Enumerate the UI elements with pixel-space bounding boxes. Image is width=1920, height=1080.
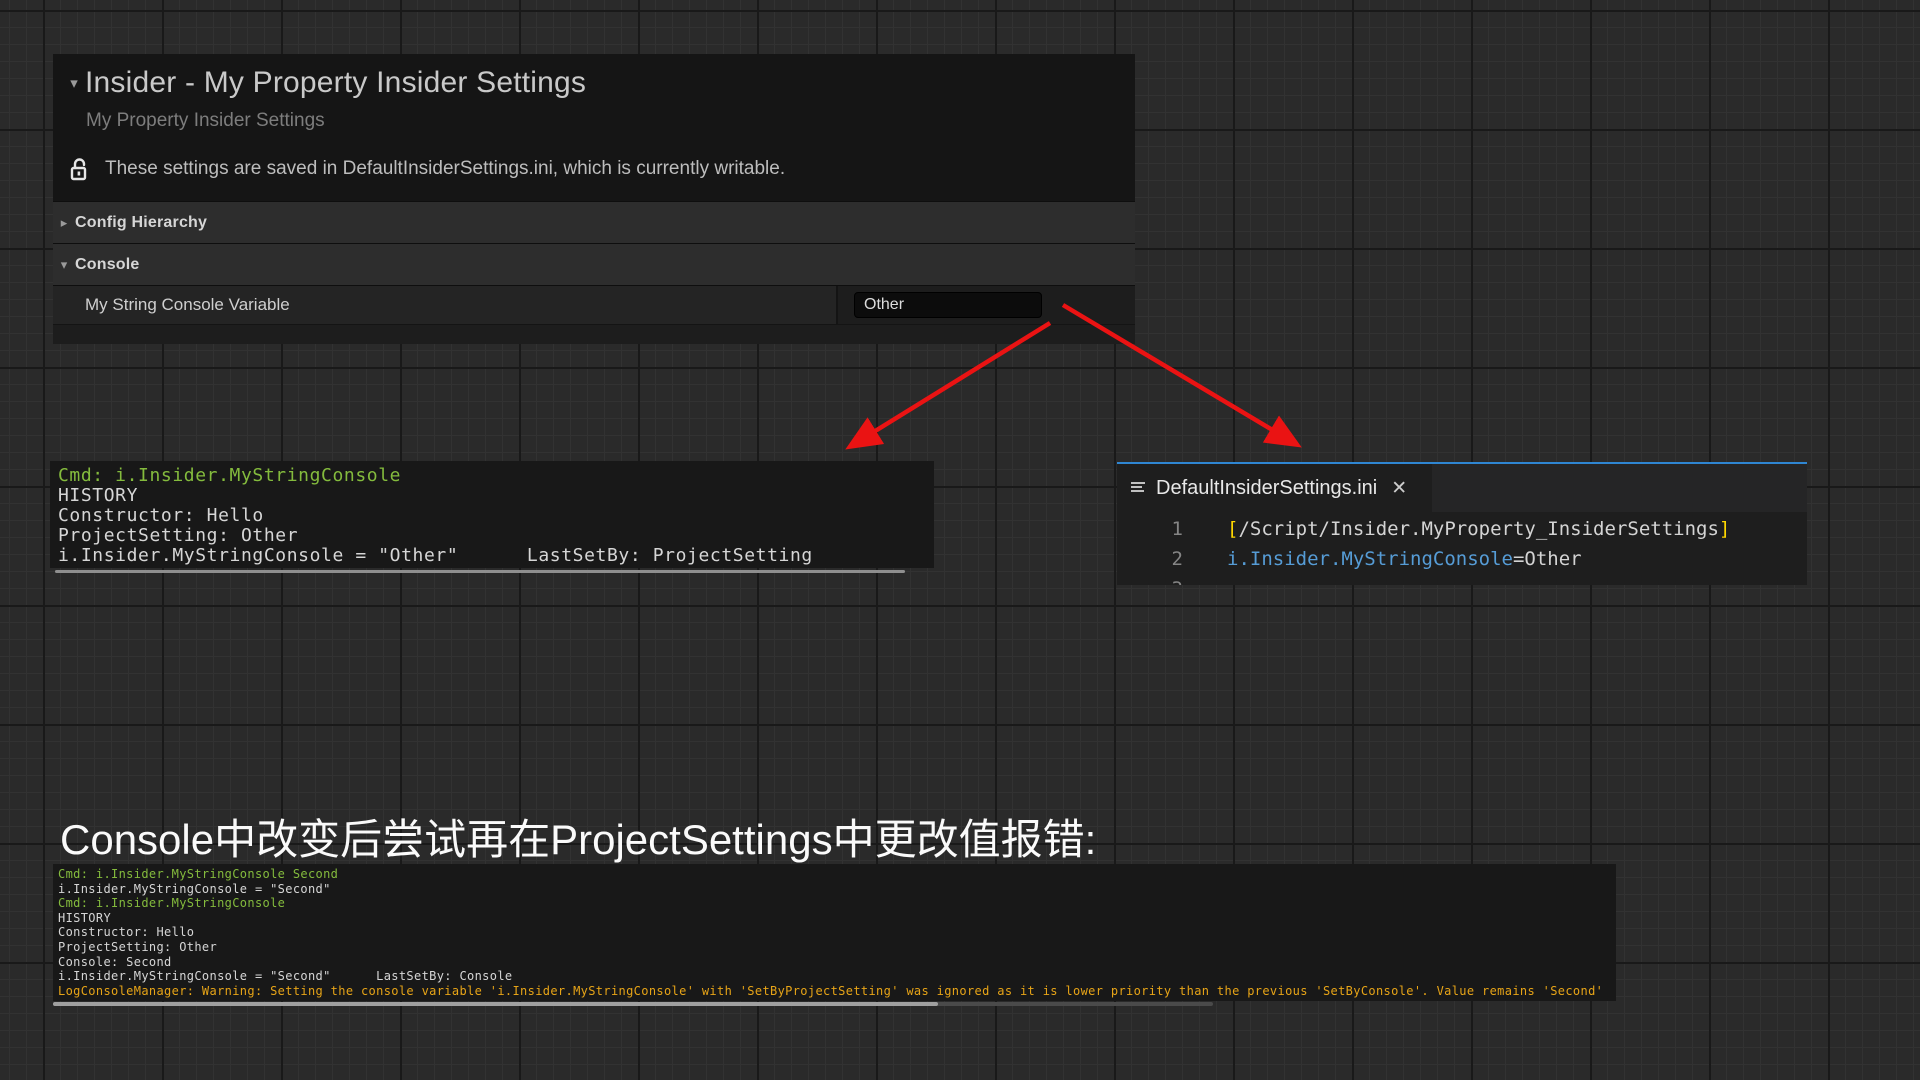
left-console-scrollbar[interactable]: [55, 570, 905, 573]
editor-line: 3: [1117, 574, 1807, 585]
chevron-right-icon: ▸: [53, 215, 75, 231]
settings-title: Insider - My Property Insider Settings: [85, 66, 586, 100]
section-console[interactable]: ▾ Console: [53, 243, 1135, 285]
tab-defaultinsidersettings[interactable]: DefaultInsiderSettings.ini ✕: [1117, 464, 1432, 512]
console-line: Cmd: i.Insider.MyStringConsole: [58, 466, 934, 486]
console-output-window-2: Cmd: i.Insider.MyStringConsole Secondi.I…: [53, 864, 1616, 1001]
section-config-hierarchy[interactable]: ▸ Config Hierarchy: [53, 201, 1135, 243]
code-text: [/Script/Insider.MyProperty_InsiderSetti…: [1183, 514, 1730, 544]
property-label-cell: My String Console Variable: [53, 286, 838, 324]
console-line: Constructor: Hello: [58, 506, 934, 526]
insider-settings-panel: ▾ Insider - My Property Insider Settings…: [53, 54, 1135, 344]
console-output-window: Cmd: i.Insider.MyStringConsoleHISTORYCon…: [50, 461, 934, 568]
editor-line: 1[/Script/Insider.MyProperty_InsiderSett…: [1117, 514, 1807, 544]
tab-label: DefaultInsiderSettings.ini: [1156, 477, 1377, 500]
code-text: i.Insider.MyStringConsole=Other: [1183, 544, 1582, 574]
ini-file-icon: [1129, 479, 1147, 497]
editor-code-area[interactable]: 1[/Script/Insider.MyProperty_InsiderSett…: [1117, 512, 1807, 585]
property-value-cell: [838, 286, 1135, 324]
property-row: My String Console Variable: [53, 285, 1135, 324]
section-label: Config Hierarchy: [75, 214, 207, 232]
panel-bottom-strip: [53, 324, 1135, 344]
settings-subtitle: My Property Insider Settings: [86, 110, 1135, 132]
console-variable-input[interactable]: [854, 292, 1042, 318]
line-number: 2: [1117, 544, 1183, 574]
console-line: Constructor: Hello: [58, 925, 1616, 940]
code-text: [1183, 574, 1227, 585]
unreal-graph-background: { "settings_panel": { "title": "Insider …: [0, 0, 1920, 1080]
console-line: HISTORY: [58, 486, 934, 506]
property-label: My String Console Variable: [85, 295, 290, 315]
collapse-settings-icon[interactable]: ▾: [63, 74, 85, 92]
settings-header: ▾ Insider - My Property Insider Settings…: [53, 54, 1135, 201]
console-line: ProjectSetting: Other: [58, 526, 934, 546]
console-line: i.Insider.MyStringConsole = "Other" Last…: [58, 546, 934, 566]
editor-tab-bar: DefaultInsiderSettings.ini ✕: [1117, 464, 1807, 512]
console-line: Console: Second: [58, 955, 1616, 970]
note-heading: Console中改变后尝试再在ProjectSettings中更改值报错:: [60, 806, 1096, 867]
console-line: ProjectSetting: Other: [58, 940, 1616, 955]
close-tab-icon[interactable]: ✕: [1391, 479, 1407, 498]
console-line: Cmd: i.Insider.MyStringConsole Second: [58, 867, 1616, 882]
bottom-console-scroll-thumb[interactable]: [53, 1002, 938, 1006]
console-line: i.Insider.MyStringConsole = "Second": [58, 882, 1616, 897]
console-line: Cmd: i.Insider.MyStringConsole: [58, 896, 1616, 911]
line-number: 3: [1117, 574, 1183, 585]
editor-line: 2i.Insider.MyStringConsole=Other: [1117, 544, 1807, 574]
line-number: 1: [1117, 514, 1183, 544]
bottom-console-scroll-track[interactable]: [53, 1002, 1213, 1006]
console-warning-line: LogConsoleManager: Warning: Setting the …: [58, 984, 1616, 999]
chevron-down-icon: ▾: [53, 257, 75, 273]
unlocked-padlock-icon: [67, 156, 93, 182]
section-label: Console: [75, 256, 140, 274]
code-editor-window: DefaultInsiderSettings.ini ✕ 1[/Script/I…: [1117, 462, 1807, 585]
config-file-notice: These settings are saved in DefaultInsid…: [105, 158, 785, 180]
console-line: i.Insider.MyStringConsole = "Second" Las…: [58, 969, 1616, 984]
console-line: HISTORY: [58, 911, 1616, 926]
